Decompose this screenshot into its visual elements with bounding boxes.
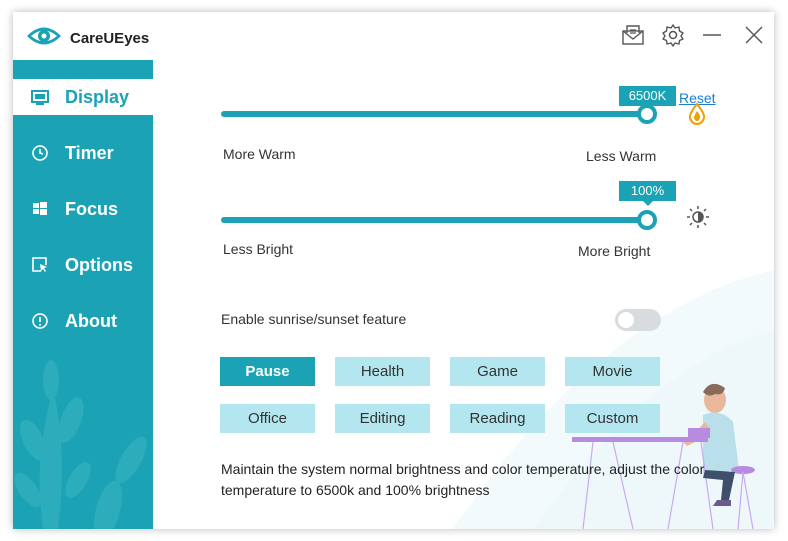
- drop-icon: [688, 102, 706, 126]
- windows-icon: [31, 200, 49, 218]
- preset-reading-button[interactable]: Reading: [450, 404, 545, 433]
- sidebar-item-label: Focus: [65, 198, 119, 219]
- temperature-value-tooltip: 6500K: [619, 86, 676, 111]
- preset-description: Maintain the system normal brightness an…: [221, 461, 705, 498]
- preset-editing-button[interactable]: Editing: [335, 404, 430, 433]
- sidebar-item-focus[interactable]: Focus: [13, 191, 153, 227]
- display-panel: 6500K Reset More Warm Less Warm 100% Les…: [153, 60, 774, 529]
- preset-office-button[interactable]: Office: [220, 404, 315, 433]
- toggle-knob: [618, 312, 634, 328]
- less-bright-label: Less Bright: [223, 241, 294, 257]
- sunrise-sunset-label: Enable sunrise/sunset feature: [221, 311, 407, 327]
- sidebar-item-timer[interactable]: Timer: [13, 135, 153, 171]
- brightness-value-tooltip: 100%: [619, 181, 676, 206]
- sidebar-item-label: About: [65, 310, 117, 331]
- brightness-slider-thumb[interactable]: [637, 210, 657, 230]
- sidebar-item-about[interactable]: About: [13, 303, 153, 339]
- info-icon: [31, 312, 49, 330]
- cursor-window-icon: [31, 256, 49, 274]
- temperature-slider-track[interactable]: [221, 111, 655, 117]
- preset-movie-button[interactable]: Movie: [565, 357, 660, 386]
- less-warm-label: Less Warm: [586, 148, 657, 164]
- app-title: CareUEyes: [70, 30, 150, 47]
- eye-logo-icon: [27, 27, 61, 45]
- sidebar-item-label: Display: [65, 86, 130, 107]
- brightness-slider-track[interactable]: [221, 217, 655, 223]
- sidebar-item-options[interactable]: Options: [13, 247, 153, 283]
- sidebar: Display Timer Focus Options About: [13, 60, 153, 529]
- sidebar-item-label: Timer: [65, 142, 114, 163]
- sunrise-sunset-toggle[interactable]: [615, 309, 661, 331]
- monitor-icon: [31, 88, 49, 106]
- close-icon[interactable]: [741, 22, 767, 48]
- sun-icon: [687, 206, 709, 228]
- preset-pause-button[interactable]: Pause: [220, 357, 315, 386]
- sidebar-item-display[interactable]: Display: [13, 79, 153, 115]
- more-bright-label: More Bright: [578, 243, 651, 259]
- minimize-icon[interactable]: [699, 22, 725, 48]
- leaf-decoration: [14, 360, 147, 529]
- gear-icon[interactable]: [660, 22, 686, 48]
- temperature-slider-thumb[interactable]: [637, 104, 657, 124]
- mail-icon[interactable]: [620, 22, 646, 48]
- preset-game-button[interactable]: Game: [450, 357, 545, 386]
- title-bar: CareUEyes: [13, 12, 774, 60]
- sidebar-item-label: Options: [65, 254, 133, 275]
- more-warm-label: More Warm: [223, 146, 296, 162]
- preset-custom-button[interactable]: Custom: [565, 404, 660, 433]
- clock-icon: [31, 144, 49, 162]
- preset-health-button[interactable]: Health: [335, 357, 430, 386]
- app-window: CareUEyes Display Timer Focus Options Ab…: [13, 12, 774, 529]
